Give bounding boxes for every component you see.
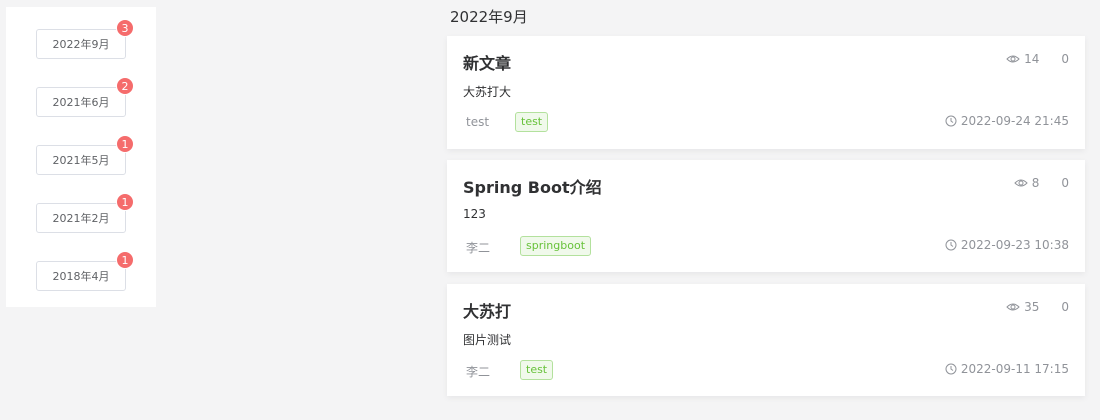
- count-badge: 1: [116, 251, 134, 269]
- article-summary: 图片测试: [463, 333, 512, 347]
- date-text: 2022-09-23 10:38: [960, 238, 1069, 252]
- count-badge: 1: [116, 135, 134, 153]
- clock-icon: [945, 115, 957, 127]
- date-text: 2022-09-24 21:45: [960, 114, 1069, 128]
- count-badge: 1: [116, 193, 134, 211]
- archive-month-button[interactable]: 2022年9月: [36, 29, 126, 59]
- article-stats: 14 0: [1006, 52, 1069, 66]
- article-summary: 大苏打大: [463, 85, 512, 99]
- article-stats: 8 0: [1014, 176, 1069, 190]
- article-date: 2022-09-11 17:15: [945, 362, 1069, 376]
- eye-icon: [1014, 179, 1028, 187]
- article-tag[interactable]: test: [515, 112, 549, 132]
- comment-count: 0: [1061, 176, 1069, 190]
- article-card[interactable]: 大苏打 35 0 图片测试 李二 test 2022-09-11 17:15: [447, 284, 1085, 396]
- archive-month-button[interactable]: 2021年2月: [36, 203, 126, 233]
- eye-icon: [1006, 303, 1020, 311]
- archive-month-button[interactable]: 2018年4月: [36, 261, 126, 291]
- article-author[interactable]: 李二: [466, 363, 490, 380]
- section-title: 2022年9月: [450, 8, 528, 26]
- archive-month-item[interactable]: 2021年5月 1: [36, 135, 134, 175]
- view-count: 35: [1024, 300, 1040, 314]
- view-count: 8: [1031, 176, 1040, 190]
- archive-month-item[interactable]: 2022年9月 3: [36, 19, 134, 59]
- clock-icon: [945, 363, 957, 375]
- date-text: 2022-09-11 17:15: [960, 362, 1069, 376]
- archive-month-item[interactable]: 2021年6月 2: [36, 77, 134, 117]
- article-tag[interactable]: test: [520, 360, 554, 380]
- count-badge: 3: [116, 19, 134, 37]
- article-summary: 123: [463, 207, 486, 221]
- article-stats: 35 0: [1006, 300, 1069, 314]
- archive-month-item[interactable]: 2021年2月 1: [36, 193, 134, 233]
- eye-icon: [1006, 55, 1020, 63]
- article-title[interactable]: 新文章: [463, 50, 511, 74]
- archive-sidebar: 2022年9月 3 2021年6月 2 2021年5月 1 2021年2月 1 …: [6, 7, 156, 307]
- article-card[interactable]: Spring Boot介绍 8 0 123 李二 springboot 2022…: [447, 160, 1085, 272]
- comment-count: 0: [1061, 52, 1069, 66]
- article-tag[interactable]: springboot: [520, 236, 592, 256]
- archive-month-button[interactable]: 2021年5月: [36, 145, 126, 175]
- count-badge: 2: [116, 77, 134, 95]
- archive-month-item[interactable]: 2018年4月 1: [36, 251, 134, 291]
- comment-count: 0: [1061, 300, 1069, 314]
- article-card[interactable]: 新文章 14 0 大苏打大 test test 2022-09-24 21:45: [447, 36, 1085, 149]
- article-title[interactable]: Spring Boot介绍: [463, 174, 602, 198]
- view-count: 14: [1024, 52, 1040, 66]
- article-date: 2022-09-24 21:45: [945, 114, 1069, 128]
- archive-month-button[interactable]: 2021年6月: [36, 87, 126, 117]
- article-author[interactable]: test: [466, 115, 489, 129]
- clock-icon: [945, 239, 957, 251]
- article-date: 2022-09-23 10:38: [945, 238, 1069, 252]
- article-title[interactable]: 大苏打: [463, 298, 511, 322]
- article-author[interactable]: 李二: [466, 239, 490, 256]
